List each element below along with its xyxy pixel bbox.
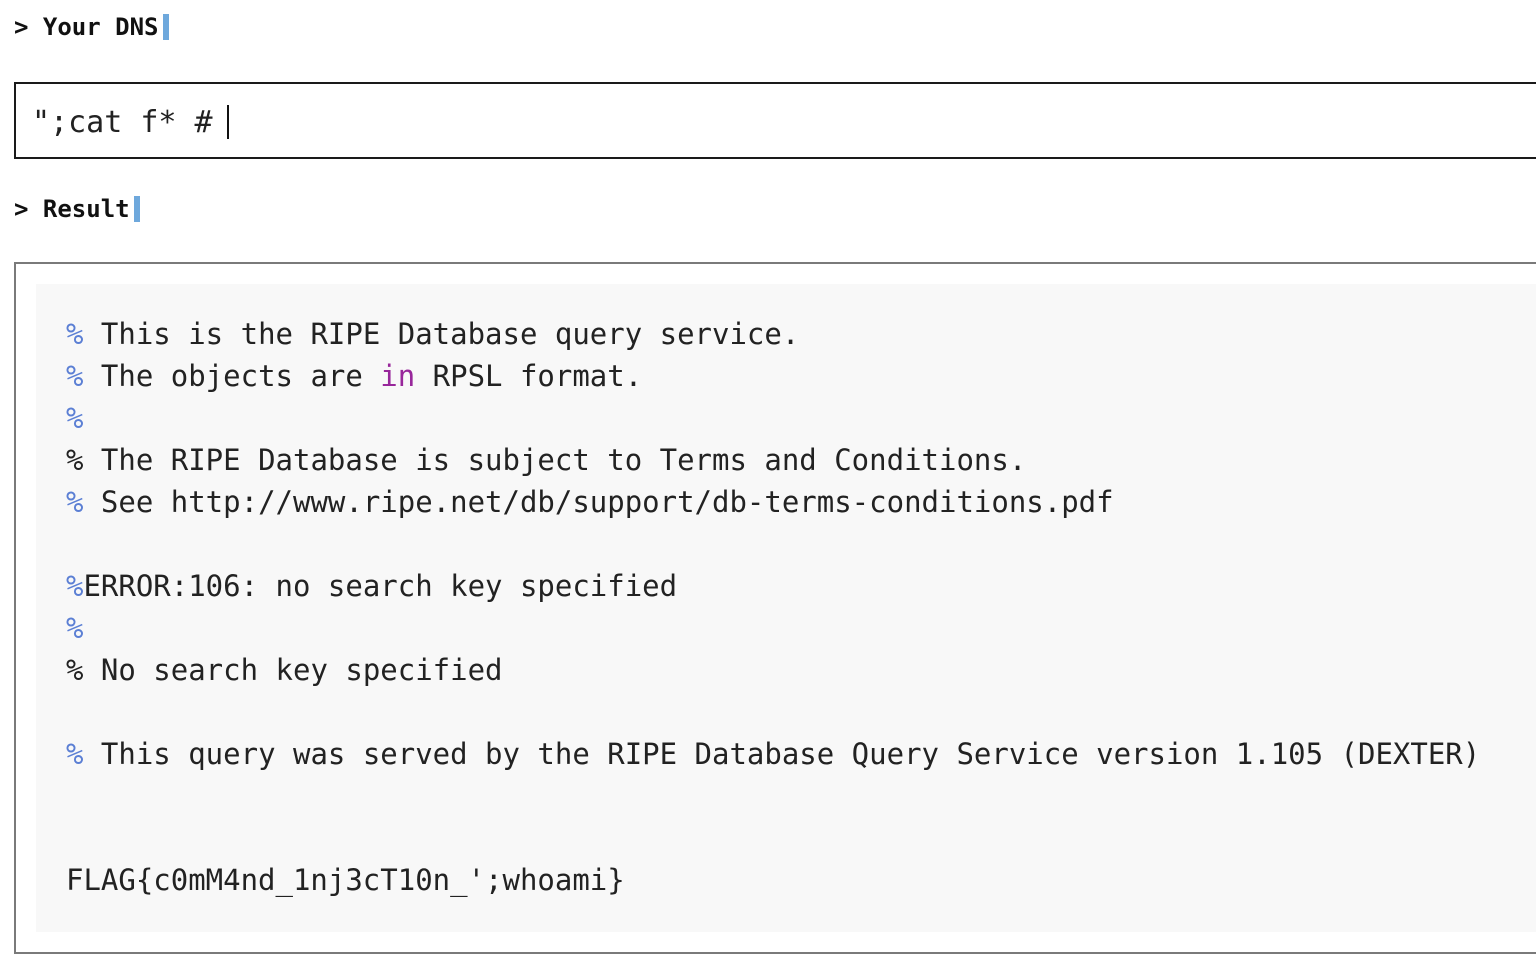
heading-caret [162,14,169,40]
flag-line: FLAG{c0mM4nd_1nj3cT10n_';whoami} [66,859,625,901]
percent-marker: % [66,359,84,393]
result-output: % This is the RIPE Database query servic… [36,284,1536,932]
percent-marker: % [66,485,84,519]
text-cursor [227,105,229,139]
result-heading-text: > Result [14,195,130,223]
flag-text: FLAG{c0mM4nd_1nj3cT10n_';whoami} [66,863,625,897]
output-line: % No search key specified [66,649,503,691]
output-line-text: ERROR:106: no search key specified [83,569,678,603]
output-line-text: The RIPE Database is subject to Terms an… [83,443,1027,477]
output-line-text: No search key specified [83,653,503,687]
output-line: % The RIPE Database is subject to Terms … [66,439,1026,481]
output-line-text: The objects are [83,359,381,393]
result-heading: > Result [14,194,140,224]
result-panel: % This is the RIPE Database query servic… [14,262,1536,954]
output-line: % [66,397,83,439]
output-line-text: See http://www.ripe.net/db/support/db-te… [83,485,1114,519]
your-dns-heading-text: > Your DNS [14,13,159,41]
percent-marker: % [66,317,84,351]
output-line-text: RPSL format. [415,359,643,393]
output-line-text: This is the RIPE Database query service. [83,317,800,351]
output-line: % This query was served by the RIPE Data… [66,733,1480,775]
output-line: % [66,607,83,649]
percent-marker: % [66,569,84,603]
output-line: % The objects are in RPSL format. [66,355,642,397]
output-line: % This is the RIPE Database query servic… [66,313,799,355]
percent-marker: % [66,653,84,687]
output-line: %ERROR:106: no search key specified [66,565,677,607]
output-line: % See http://www.ripe.net/db/support/db-… [66,481,1114,523]
percent-marker: % [66,401,84,435]
percent-marker: % [66,611,84,645]
percent-marker: % [66,737,84,771]
your-dns-heading: > Your DNS [14,12,169,42]
dns-input[interactable] [32,100,1432,144]
percent-marker: % [66,443,84,477]
keyword-in: in [380,359,416,393]
heading-caret [133,196,140,222]
dns-input-box[interactable] [14,82,1536,159]
output-line-text: This query was served by the RIPE Databa… [83,737,1481,771]
